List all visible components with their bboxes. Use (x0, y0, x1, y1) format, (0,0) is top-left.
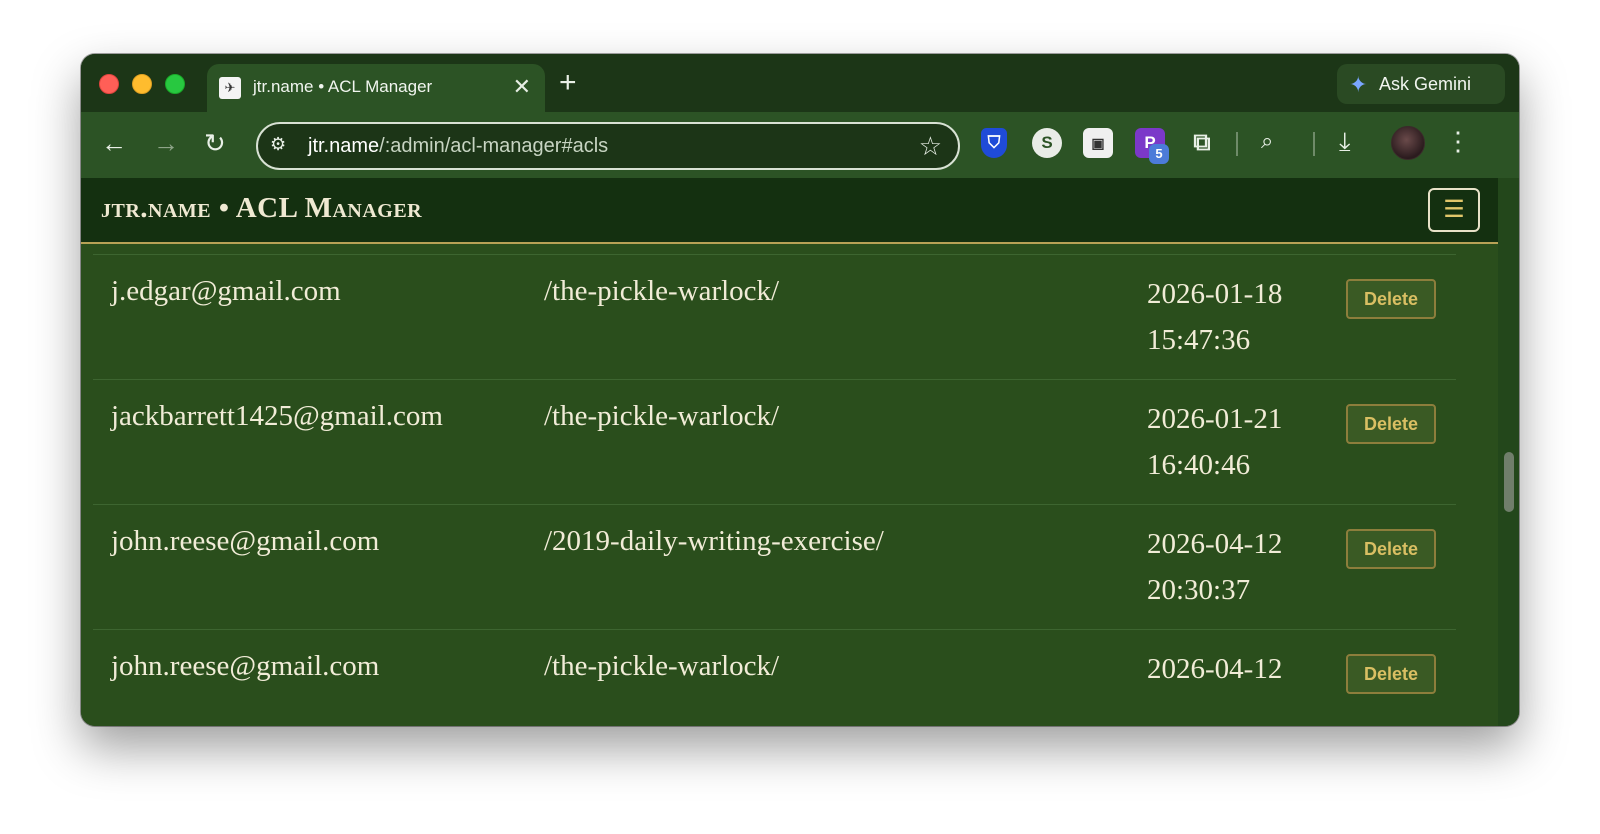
close-tab-icon[interactable]: ✕ (513, 75, 531, 99)
acl-path: /2019-daily-writing-exercise/ (544, 525, 884, 557)
address-bar[interactable]: ⚙ jtr.name/:admin/acl-manager#acls ☆ (256, 122, 960, 170)
bitwarden-icon[interactable]: ⛉ (981, 128, 1007, 158)
scrollbar[interactable] (1498, 178, 1519, 726)
kebab-menu-icon[interactable]: ⋮ (1445, 126, 1471, 156)
table-row: john.reese@gmail.com /2019-daily-writing… (93, 504, 1456, 629)
acl-email: john.reese@gmail.com (111, 525, 380, 557)
tab-strip: ✈ jtr.name • ACL Manager ✕ + ✦ Ask Gemin… (81, 54, 1519, 112)
site-info-icon[interactable]: ⚙ (270, 134, 286, 155)
gemini-sparkle-icon: ✦ (1349, 72, 1368, 97)
minimize-window-button[interactable] (132, 74, 152, 94)
acl-date: 2026-04-12 (1147, 528, 1283, 560)
toolbar-divider (1236, 132, 1238, 156)
table-row: john.reese@gmail.com /the-pickle-warlock… (93, 629, 1456, 726)
acl-date: 2026-01-21 (1147, 403, 1283, 435)
table-row: jackbarrett1425@gmail.com /the-pickle-wa… (93, 379, 1456, 504)
ask-gemini-label: Ask Gemini (1379, 74, 1472, 94)
download-icon[interactable]: ⤓ (1339, 126, 1351, 158)
delete-button[interactable]: Delete (1346, 654, 1436, 694)
url-text[interactable]: jtr.name/:admin/acl-manager#acls (308, 135, 608, 158)
acl-table: j.edgar@gmail.com /the-pickle-warlock/ 2… (93, 254, 1456, 726)
acl-path: /the-pickle-warlock/ (544, 650, 780, 682)
reload-icon[interactable]: ↻ (204, 128, 226, 158)
browser-window: ✈ jtr.name • ACL Manager ✕ + ✦ Ask Gemin… (81, 54, 1519, 726)
avatar[interactable] (1391, 126, 1425, 160)
delete-button[interactable]: Delete (1346, 404, 1436, 444)
maximize-window-button[interactable] (165, 74, 185, 94)
acl-date: 2026-01-18 (1147, 278, 1283, 310)
url-host: jtr.name (308, 135, 380, 157)
acl-timestamp: 2026-04-12 (1147, 646, 1282, 692)
url-path: /:admin/acl-manager#acls (379, 135, 609, 157)
ask-gemini-button[interactable]: ✦ Ask Gemini (1337, 64, 1505, 104)
acl-email: j.edgar@gmail.com (111, 275, 341, 307)
delete-button[interactable]: Delete (1346, 279, 1436, 319)
tab-acl-manager[interactable]: ✈ jtr.name • ACL Manager ✕ (207, 64, 545, 112)
puzzle-icon[interactable]: ⧉ (1187, 128, 1217, 158)
acl-path: /the-pickle-warlock/ (544, 400, 780, 432)
acl-timestamp: 2026-01-18 15:47:36 (1147, 271, 1282, 363)
delete-button[interactable]: Delete (1346, 529, 1436, 569)
cast-search-icon[interactable]: ⌕ (1261, 128, 1273, 154)
acl-email: jackbarrett1425@gmail.com (111, 400, 443, 432)
hamburger-menu-button[interactable]: ☰ (1428, 188, 1480, 232)
acl-timestamp: 2026-01-21 16:40:46 (1147, 396, 1282, 488)
close-window-button[interactable] (99, 74, 119, 94)
s-extension-icon[interactable]: S (1032, 128, 1062, 158)
favicon-icon: ✈ (219, 77, 241, 99)
acl-time: 20:30:37 (1147, 574, 1251, 606)
star-icon[interactable]: ☆ (919, 131, 942, 162)
page-title: jtr.name • ACL Manager (101, 192, 423, 224)
scrollbar-thumb[interactable] (1504, 452, 1514, 512)
acl-time: 16:40:46 (1147, 449, 1251, 481)
acl-date: 2026-04-12 (1147, 653, 1283, 685)
browser-toolbar: ← → ↻ ⚙ jtr.name/:admin/acl-manager#acls… (81, 112, 1519, 178)
back-arrow-icon[interactable]: ← (101, 128, 127, 158)
toolbar-divider (1313, 132, 1315, 156)
extension-badge: 5 (1149, 144, 1169, 164)
tab-title: jtr.name • ACL Manager (253, 77, 433, 96)
acl-timestamp: 2026-04-12 20:30:37 (1147, 521, 1282, 613)
page-content: jtr.name • ACL Manager ☰ j.edgar@gmail.c… (81, 178, 1519, 726)
image-extension-icon[interactable]: ▣ (1083, 128, 1113, 158)
acl-time: 15:47:36 (1147, 324, 1251, 356)
acl-email: john.reese@gmail.com (111, 650, 380, 682)
forward-arrow-icon[interactable]: → (153, 128, 179, 158)
acl-path: /the-pickle-warlock/ (544, 275, 780, 307)
app-header: jtr.name • ACL Manager ☰ (81, 178, 1498, 244)
table-row: j.edgar@gmail.com /the-pickle-warlock/ 2… (93, 254, 1456, 379)
new-tab-button[interactable]: + (559, 68, 577, 98)
